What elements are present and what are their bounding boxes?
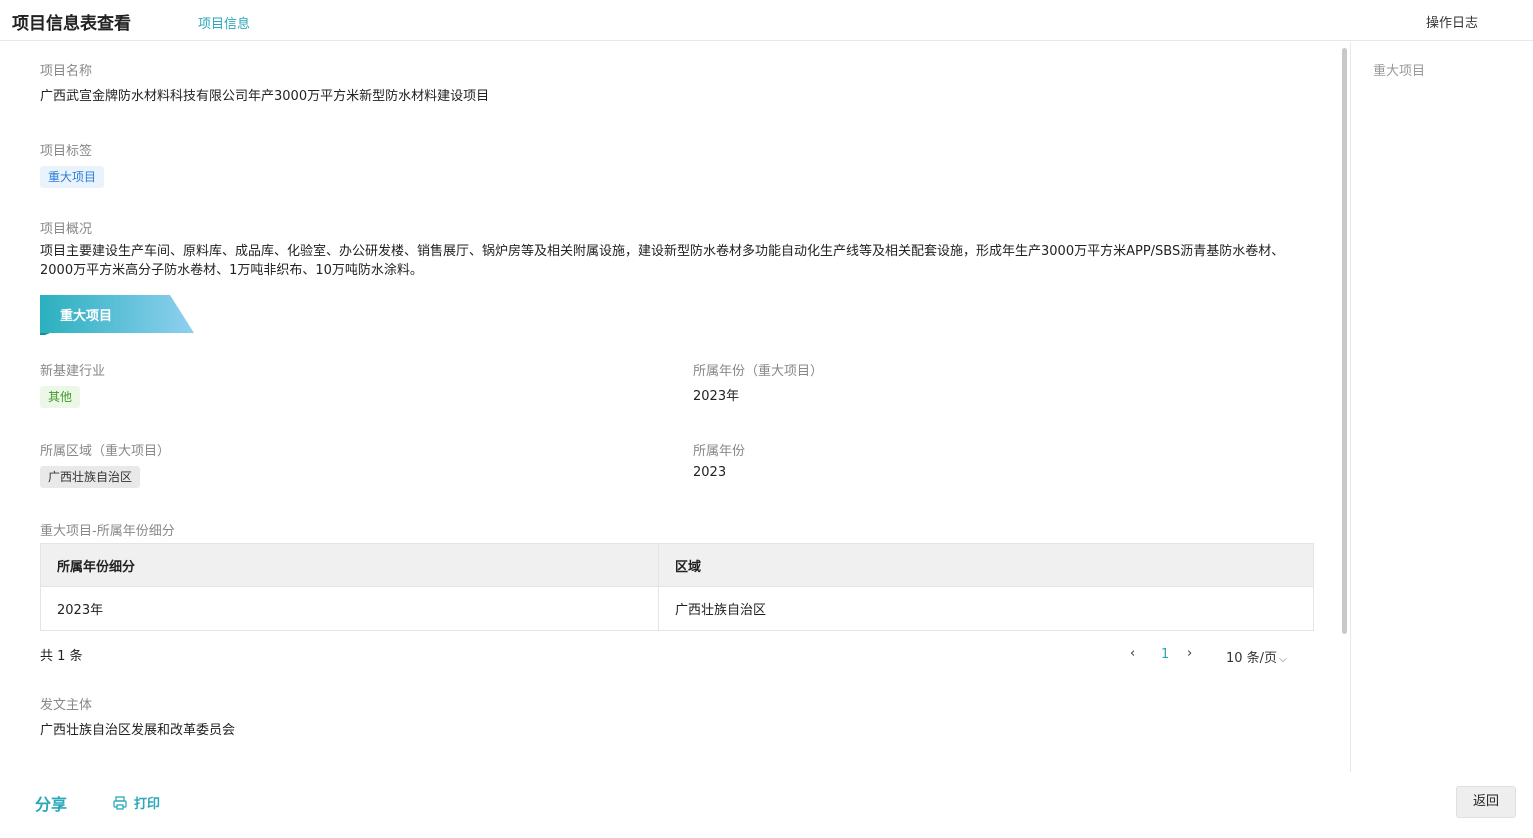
table-cell-year: 2023年 bbox=[40, 586, 659, 631]
year-value: 2023 bbox=[693, 465, 727, 480]
issuer-value: 广西壮族自治区发展和改革委员会 bbox=[40, 723, 236, 738]
section-title: 重大项目 bbox=[60, 309, 113, 324]
print-label: 打印 bbox=[134, 797, 161, 812]
table-row: 2023年 广西壮族自治区 bbox=[40, 586, 1314, 631]
print-button[interactable]: 打印 bbox=[112, 793, 160, 812]
breakdown-table: 所属年份细分 区域 2023年 广西壮族自治区 bbox=[40, 543, 1314, 631]
operation-log-link[interactable]: 操作日志 bbox=[1426, 12, 1478, 31]
project-name-value: 广西武宣金牌防水材料科技有限公司年产3000万平方米新型防水材料建设项目 bbox=[40, 89, 490, 104]
overview-text: 项目主要建设生产车间、原料库、成品库、化验室、办公研发楼、销售展厅、锅炉房等及相… bbox=[40, 244, 1285, 278]
issuer-label: 发文主体 bbox=[40, 698, 93, 713]
chevron-right-icon[interactable]: › bbox=[1187, 646, 1192, 661]
top-bar: 项目信息表查看 项目信息 操作日志 bbox=[0, 0, 1533, 41]
table-header-row: 所属年份细分 区域 bbox=[40, 543, 1314, 587]
printer-icon bbox=[113, 796, 127, 810]
page-size-select[interactable]: 10 条/页 ⌵ bbox=[1226, 647, 1287, 666]
page-size-value: 10 条/页 bbox=[1226, 651, 1278, 666]
table-cell-region: 广西壮族自治区 bbox=[658, 586, 1314, 631]
pager-page-1[interactable]: 1 bbox=[1161, 647, 1169, 662]
main-content bbox=[0, 42, 1340, 772]
year-major-value: 2023年 bbox=[693, 389, 740, 404]
region-major-label: 所属区域（重大项目） bbox=[40, 444, 171, 459]
right-divider bbox=[1350, 42, 1351, 772]
content-scrollbar[interactable] bbox=[1340, 48, 1350, 638]
share-button[interactable]: 分享 bbox=[35, 791, 67, 815]
breakdown-label: 重大项目-所属年份细分 bbox=[40, 524, 175, 539]
pager-total: 共 1 条 bbox=[40, 649, 83, 664]
back-button[interactable]: 返回 bbox=[1456, 786, 1516, 818]
chevron-left-icon[interactable]: ‹ bbox=[1130, 646, 1135, 661]
anchor-major-project[interactable]: 重大项目 bbox=[1373, 60, 1425, 79]
chevron-down-icon: ⌵ bbox=[1279, 654, 1287, 665]
new-infra-badge: 其他 bbox=[40, 386, 81, 408]
new-infra-label: 新基建行业 bbox=[40, 364, 106, 379]
tab-project-info[interactable]: 项目信息 bbox=[198, 13, 250, 32]
region-major-badge: 广西壮族自治区 bbox=[40, 466, 141, 488]
column-header-region: 区域 bbox=[658, 543, 1314, 587]
project-name-label: 项目名称 bbox=[40, 64, 93, 79]
scrollbar-thumb[interactable] bbox=[1342, 48, 1347, 634]
year-major-label: 所属年份（重大项目） bbox=[693, 364, 824, 379]
column-header-year: 所属年份细分 bbox=[40, 543, 659, 587]
page-title: 项目信息表查看 bbox=[12, 14, 131, 34]
year-label: 所属年份 bbox=[693, 444, 746, 459]
project-tag-badge: 重大项目 bbox=[40, 166, 105, 188]
section-banner: 重大项目 bbox=[40, 295, 200, 335]
project-tag-label: 项目标签 bbox=[40, 144, 93, 159]
overview-label: 项目概况 bbox=[40, 222, 93, 237]
